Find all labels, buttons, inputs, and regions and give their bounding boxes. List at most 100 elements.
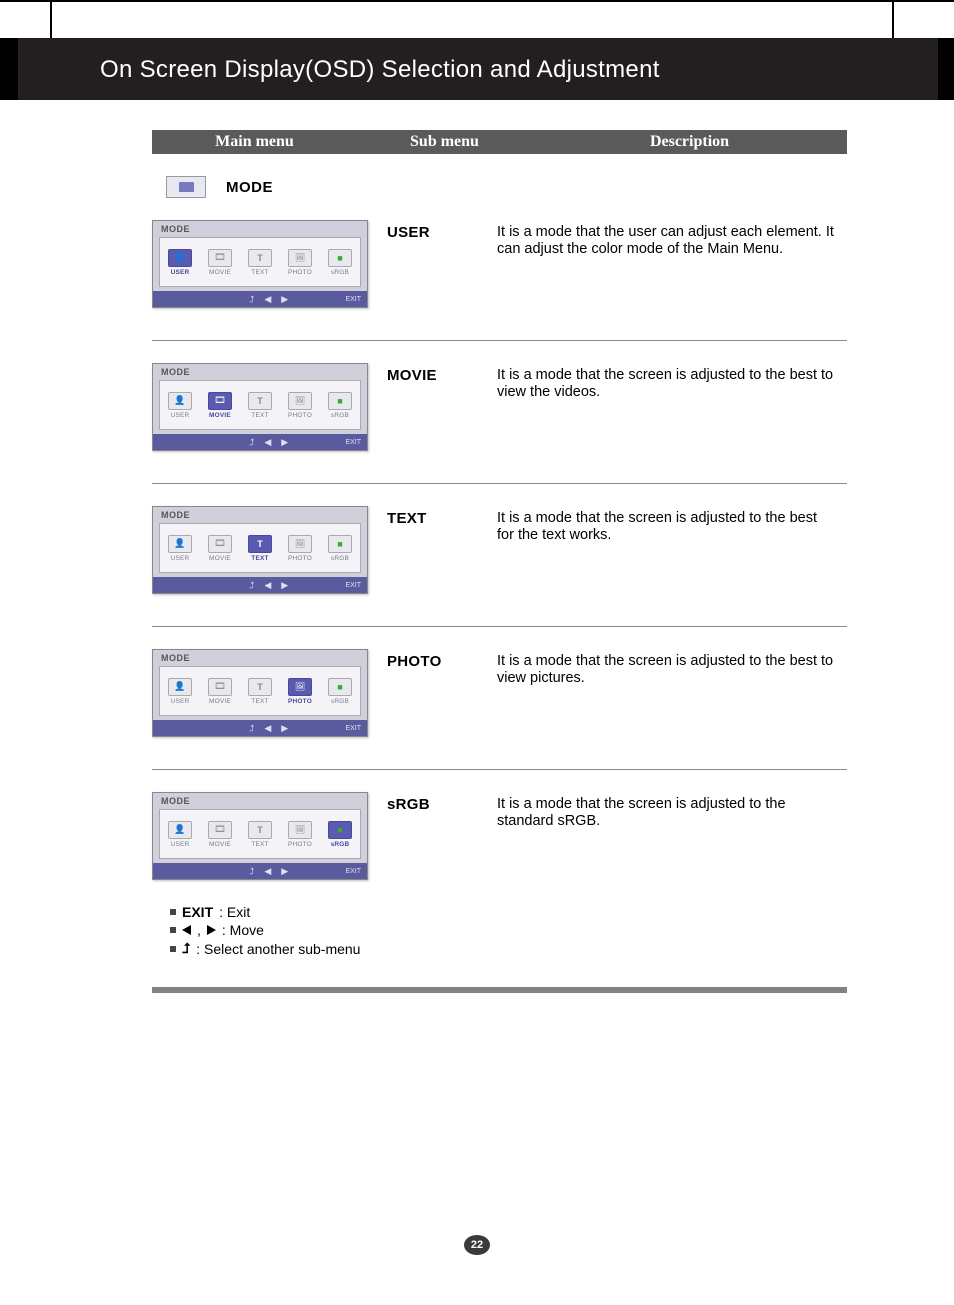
arrow-right-icon: ▶ [281,580,288,591]
arrow-left-icon: ◀ [264,866,271,877]
osd-item-user: USER [168,392,192,419]
osd-item-label: PHOTO [288,698,312,705]
arrow-right-icon: ▶ [281,866,288,877]
submenu-name: PHOTO [387,649,497,670]
osd-items-strip: USERMOVIETEXTPHOTOsRGB [159,666,361,716]
osd-item-text: TEXT [248,821,272,848]
arrow-right-icon: ▶ [281,294,288,305]
legend-exit-text: : Exit [219,904,250,920]
osd-screenshot: MODEUSERMOVIETEXTPHOTOsRGB⮥◀▶EXIT [152,220,368,308]
submenu-name: MOVIE [387,363,497,384]
osd-item-label: USER [171,269,190,276]
mode-row-srgb: MODE USER MOVIE TEXT PHOTO sRGB ⮥ ◀ ▶ EXITsRGB It … [152,792,847,894]
osd-item-label: USER [171,412,190,419]
page-title: On Screen Display(OSD) Selection and Adj… [100,56,660,84]
bullet-icon [170,909,176,915]
osd-item-label: MOVIE [209,555,231,562]
osd-item-user: USER [168,821,192,848]
submenu-description: It is a mode that the screen is adjusted… [497,649,847,686]
osd-item-text: TEXT [248,535,272,562]
arrow-left-icon: ◀ [264,294,271,305]
osd-item-movie: MOVIE [208,821,232,848]
comma: , [197,922,201,938]
arrow-right-icon: ▶ [281,437,288,448]
osd-item-photo: PHOTO [288,249,312,276]
frame-right-tick [892,0,894,38]
osd-text-icon [248,821,272,839]
arrow-right-icon [207,925,216,935]
osd-item-srgb: sRGB [328,249,352,276]
osd-item-label: PHOTO [288,269,312,276]
osd-text-icon [248,249,272,267]
osd-item-movie: MOVIE [208,249,232,276]
column-header-main: Main menu [152,133,357,151]
arrow-left-icon: ◀ [264,437,271,448]
legend-select-text: : Select another sub-menu [196,941,360,957]
osd-item-movie: MOVIE [208,392,232,419]
legend-exit: EXIT : Exit [170,904,847,920]
osd-movie-icon [208,392,232,410]
section-end-rule [152,987,847,993]
osd-panel-title: MODE [161,653,190,663]
osd-item-photo: PHOTO [288,535,312,562]
osd-item-label: USER [171,698,190,705]
osd-text-icon [248,535,272,553]
osd-item-photo: PHOTO [288,392,312,419]
osd-screenshot: MODE USER MOVIE TEXT PHOTO sRGB ⮥ ◀ ▶ EXIT [152,792,368,880]
mode-heading-row: MODE [152,176,847,198]
osd-footer: ⮥ ◀ ▶ EXIT [153,720,367,736]
osd-screenshot: MODEUSERMOVIETEXTPHOTOsRGB⮥◀▶EXIT [152,506,368,594]
column-header-bar: Main menu Sub menu Description [152,130,847,154]
frame-top [0,0,954,2]
osd-screenshot: MODEUSERMOVIETEXTPHOTOsRGB⮥◀▶EXIT [152,649,368,737]
column-header-desc: Description [532,133,847,151]
osd-screenshot: MODEUSERMOVIETEXTPHOTOsRGB⮥◀▶EXIT [152,363,368,451]
osd-user-icon [168,249,192,267]
osd-footer: ⮥◀▶EXIT [153,577,367,593]
submenu-name: USER [387,220,497,241]
column-header-sub: Sub menu [357,133,532,151]
osd-item-user: USER [168,249,192,276]
osd-item-srgb: sRGB [328,535,352,562]
osd-item-label: MOVIE [209,698,231,705]
osd-srgb-icon [328,678,352,696]
osd-item-label: sRGB [331,555,349,562]
osd-exit-label: EXIT [345,582,361,589]
osd-item-label: MOVIE [209,412,231,419]
arrow-left-icon: ◀ [264,723,271,734]
osd-item-photo: PHOTO [288,821,312,848]
arrow-right-icon: ▶ [281,723,288,734]
osd-panel-title: MODE [161,367,190,377]
osd-panel-title: MODE [161,224,190,234]
arrow-left-icon [182,925,191,935]
osd-items-strip: USERMOVIETEXTPHOTOsRGB [159,380,361,430]
osd-srgb-icon [328,821,352,839]
osd-footer: ⮥◀▶EXIT [153,434,367,450]
osd-panel-title: MODE [161,796,190,806]
frame-left-tick [50,0,52,38]
osd-item-label: USER [171,555,190,562]
mode-row-user: MODEUSERMOVIETEXTPHOTOsRGB⮥◀▶EXITUSERIt … [152,220,847,341]
osd-user-icon [168,821,192,839]
return-up-icon: ⮥ [249,866,254,877]
return-up-icon: ⮥ [249,723,254,734]
osd-srgb-icon [328,392,352,410]
osd-item-label: sRGB [331,841,350,848]
osd-item-label: PHOTO [288,841,312,848]
osd-photo-icon [288,535,312,553]
submenu-description: It is a mode that the screen is adjusted… [497,363,847,400]
osd-footer: ⮥◀▶EXIT [153,291,367,307]
osd-item-label: TEXT [251,269,268,276]
osd-exit-label: EXIT [345,868,361,875]
submenu-description: It is a mode that the screen is adjusted… [497,792,847,829]
submenu-description: It is a mode that the user can adjust ea… [497,220,847,257]
osd-item-text: TEXT [248,392,272,419]
osd-photo-icon [288,678,312,696]
osd-user-icon [168,678,192,696]
osd-exit-label: EXIT [345,725,361,732]
osd-item-text: TEXT [248,678,272,705]
return-up-icon: ⮥ [249,294,254,305]
osd-item-label: USER [171,841,190,848]
submenu-name: TEXT [387,506,497,527]
osd-footer: ⮥ ◀ ▶ EXIT [153,863,367,879]
